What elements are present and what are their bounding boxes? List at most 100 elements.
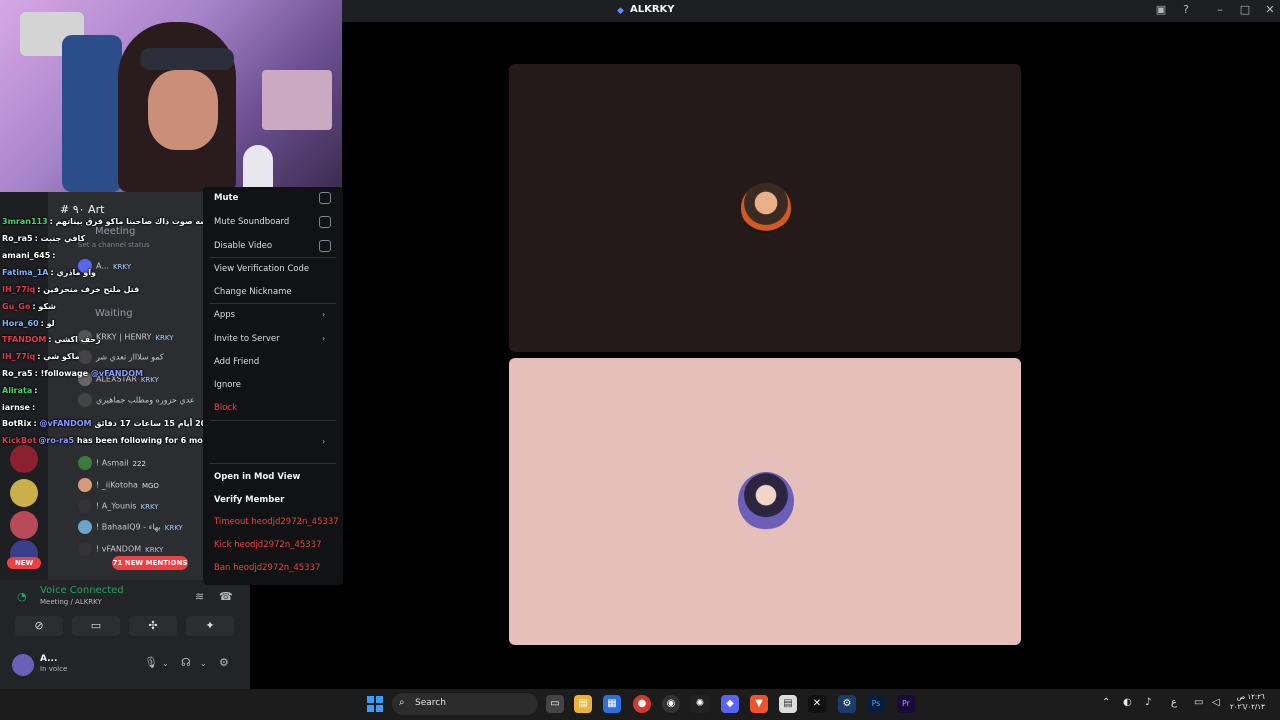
member-item[interactable]: ! _iiKotoha MGO: [78, 478, 159, 494]
menu-item-invite-to-server[interactable]: Invite to Server: [214, 334, 280, 344]
maximize-button[interactable]: □: [1237, 3, 1253, 16]
menu-item-open-mod-view[interactable]: Open in Mod View: [214, 472, 300, 482]
chat-mention[interactable]: @ro-ra5: [38, 436, 74, 445]
voice-channel-path[interactable]: Meeting / ALKRKY: [40, 598, 102, 606]
window-title: ALKRKY: [630, 4, 675, 15]
channel-status[interactable]: Set a channel status: [78, 241, 150, 249]
user-name[interactable]: A...: [40, 654, 57, 664]
voice-channel-waiting[interactable]: Waiting: [95, 308, 133, 319]
headset-icon[interactable]: ☊: [181, 656, 191, 669]
help-icon[interactable]: ?: [1178, 3, 1194, 16]
store-icon[interactable]: ▦: [603, 695, 621, 713]
menu-item-kick[interactable]: Kick heodjd2972n_45337: [214, 540, 322, 550]
taskbar-search[interactable]: [392, 693, 538, 715]
brave-icon[interactable]: ▼: [750, 695, 768, 713]
chevron-right-icon: ›: [322, 334, 326, 343]
chrome-icon[interactable]: ●: [633, 695, 651, 713]
chat-mention[interactable]: @vFANDOM: [91, 369, 143, 378]
steam-icon[interactable]: ⚙: [838, 695, 856, 713]
chat-text: :: [31, 403, 36, 412]
close-button[interactable]: ✕: [1262, 3, 1278, 16]
chat-message: TFANDOM: زحف اكشي: [2, 335, 101, 344]
discord-icon[interactable]: ◆: [721, 695, 739, 713]
file-explorer-icon[interactable]: ▤: [574, 695, 592, 713]
app-tray-icon[interactable]: ◐: [1123, 697, 1132, 708]
menu-item-mute-soundboard[interactable]: Mute Soundboard: [214, 217, 289, 227]
notepad-icon[interactable]: ▤: [779, 695, 797, 713]
chat-message: amani_645:: [2, 251, 55, 260]
mic-icon[interactable]: 🎙: [144, 656, 158, 669]
steam-link-icon[interactable]: ✺: [691, 695, 709, 713]
volume-icon[interactable]: ◁: [1212, 697, 1220, 708]
chat-message: Gu_Go: شكو: [2, 302, 56, 311]
menu-item-verify-member[interactable]: Verify Member: [214, 495, 284, 505]
chat-text: : زحف اكشي: [48, 335, 101, 344]
avatar[interactable]: [12, 654, 34, 676]
new-mentions-badge[interactable]: 71 NEW MENTIONS: [112, 556, 188, 570]
member-item[interactable]: ! Asmail 222: [78, 456, 146, 472]
server-icon[interactable]: [10, 479, 38, 507]
menu-item-apps[interactable]: Apps: [214, 310, 235, 320]
new-badge[interactable]: NEW: [7, 557, 41, 569]
menu-item-ban[interactable]: Ban heodjd2972n_45337: [214, 563, 320, 573]
member-item[interactable]: ! BahaalQ9 - بهاء KRKY: [78, 520, 183, 536]
chat-message: Ro_ra5: كافي جنبت: [2, 234, 85, 243]
menu-item-view-verification-code[interactable]: View Verification Code: [214, 264, 309, 274]
chat-text: : قتل ملتح خرف منحرفين: [37, 285, 140, 294]
server-icon[interactable]: [10, 511, 38, 539]
channel-name[interactable]: # ٩۰ Art: [60, 203, 104, 216]
capcut-icon[interactable]: ✕: [808, 695, 826, 713]
server-icon[interactable]: [10, 445, 38, 473]
task-view-icon[interactable]: ▭: [546, 695, 564, 713]
chevron-right-icon: ›: [322, 437, 326, 446]
chat-user: iarnse: [2, 403, 30, 412]
disable-video-checkbox[interactable]: [319, 240, 331, 252]
menu-item-disable-video[interactable]: Disable Video: [214, 241, 272, 251]
member-tag: 222: [132, 459, 146, 468]
obs-icon[interactable]: ◉: [662, 695, 680, 713]
mic-tray-icon[interactable]: ♪: [1145, 697, 1151, 708]
chat-mention[interactable]: @vFANDOM: [39, 419, 91, 428]
member-item[interactable]: كمو سلااار تعدي شر: [78, 350, 164, 366]
mute-soundboard-checkbox[interactable]: [319, 216, 331, 228]
windows-start-icon[interactable]: [367, 696, 383, 712]
display-icon[interactable]: ▭: [1194, 697, 1203, 708]
menu-item-timeout[interactable]: Timeout heodjd2972n_45337: [214, 517, 339, 527]
member-item[interactable]: عدي حزوره ومطلب جماهيري: [78, 393, 195, 409]
menu-item-mute[interactable]: Mute: [214, 193, 238, 203]
menu-item-block[interactable]: Block: [214, 403, 237, 413]
member-name: ! BahaalQ9 - بهاء: [96, 522, 161, 532]
share-screen-button[interactable]: ▭: [72, 616, 120, 636]
chevron-up-icon[interactable]: ⌃: [1102, 697, 1110, 708]
menu-item-change-nickname[interactable]: Change Nickname: [214, 287, 292, 297]
chevron-right-icon: ›: [322, 310, 326, 319]
menu-divider: [210, 420, 336, 421]
member-tag: MGO: [141, 481, 159, 490]
disconnect-icon[interactable]: ☎: [219, 590, 233, 603]
voice-channel-meeting[interactable]: Meeting: [95, 226, 135, 237]
inbox-icon[interactable]: ▣: [1153, 3, 1169, 16]
noise-suppression-icon[interactable]: ≋: [195, 590, 204, 603]
mute-checkbox[interactable]: [319, 192, 331, 204]
menu-divider: [210, 463, 336, 464]
activities-button[interactable]: ✣: [129, 616, 177, 636]
gear-icon[interactable]: ⚙: [219, 656, 229, 669]
member-name: ! _iiKotoha: [96, 480, 138, 490]
chevron-down-icon[interactable]: ⌄: [200, 659, 207, 668]
photoshop-icon[interactable]: Ps: [867, 695, 885, 713]
input-language[interactable]: ع: [1171, 697, 1177, 708]
taskbar-clock[interactable]: ١٢:٢٦ ص ٢٠٢٦/٠٢/١٣: [1230, 692, 1265, 712]
camera-button[interactable]: ⊘: [15, 616, 63, 636]
chevron-down-icon[interactable]: ⌄: [162, 659, 169, 668]
voice-status[interactable]: Voice Connected: [40, 585, 124, 596]
premiere-icon[interactable]: Pr: [897, 695, 915, 713]
gaming-chair: [62, 35, 122, 192]
chat-user: Alirata: [2, 386, 33, 395]
member-item[interactable]: ! A_Younis KRKY: [78, 499, 159, 515]
soundboard-button[interactable]: ✦: [186, 616, 234, 636]
chat-user: Ro_ra5: [2, 234, 33, 243]
chat-user: Fatima_1A: [2, 268, 49, 277]
minimize-button[interactable]: –: [1212, 3, 1228, 16]
menu-item-ignore[interactable]: Ignore: [214, 380, 241, 390]
menu-item-add-friend[interactable]: Add Friend: [214, 357, 259, 367]
